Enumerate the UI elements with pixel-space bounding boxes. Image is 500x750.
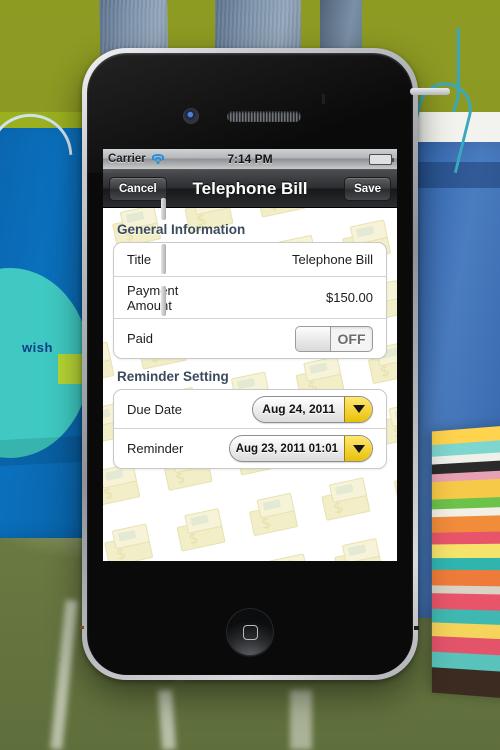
phone-body: Carrier 7:14 PM Cancel Telephone Bill Sa… [87, 53, 413, 675]
row-due-date: Due Date Aug 24, 2011 [114, 390, 386, 429]
navigation-bar: Cancel Telephone Bill Save [103, 170, 397, 208]
section-title-reminder-setting: Reminder Setting [117, 369, 229, 384]
screenshot-scene: wish Carrier 7:14 PM Cancel Telephone Bi… [0, 0, 500, 750]
section-card-general-information: Title Telephone Bill Payment Amount $150… [113, 242, 387, 359]
form-content: $ General Information [103, 208, 397, 561]
antenna-line [80, 626, 84, 629]
toggle-state-label: OFF [337, 330, 366, 347]
power-button[interactable] [410, 88, 450, 95]
row-paid: Paid OFF [114, 319, 386, 358]
bag-left-text: wish [22, 340, 53, 355]
row-label: Payment Amount [127, 282, 179, 313]
status-bar-right [273, 153, 395, 165]
ground-light-streak [290, 690, 312, 750]
reminder-value: Aug 23, 2011 01:01 [235, 442, 338, 455]
volume-down-button[interactable] [161, 286, 166, 316]
shopping-bag-striped [431, 424, 500, 700]
section-title-general-information: General Information [117, 222, 246, 237]
chevron-down-icon[interactable] [344, 436, 372, 461]
iphone-device: Carrier 7:14 PM Cancel Telephone Bill Sa… [82, 48, 450, 680]
antenna-line [322, 94, 325, 104]
carrier-label: Carrier [108, 153, 146, 165]
paid-toggle-switch[interactable]: OFF [295, 325, 373, 352]
status-bar-time: 7:14 PM [227, 152, 273, 166]
mute-switch[interactable] [161, 198, 166, 220]
row-label: Due Date [127, 401, 182, 417]
due-date-value: Aug 24, 2011 [262, 402, 335, 416]
antenna-line [414, 626, 419, 630]
bag-lime-block [58, 354, 84, 384]
home-button-square [242, 624, 258, 640]
row-label: Title [127, 252, 152, 267]
volume-up-button[interactable] [161, 244, 166, 274]
reminder-dropdown[interactable]: Aug 23, 2011 01:01 [228, 435, 373, 462]
row-reminder: Reminder Aug 23, 2011 01:01 [114, 429, 386, 468]
due-date-dropdown[interactable]: Aug 24, 2011 [252, 395, 373, 423]
camera-icon [184, 109, 198, 123]
row-value: Telephone Bill [292, 252, 373, 267]
section-card-reminder-setting: Due Date Aug 24, 2011 Reminder Aug 23, 2… [113, 389, 387, 469]
row-payment-amount[interactable]: Payment Amount $150.00 [114, 277, 386, 319]
row-label: Paid [127, 331, 154, 346]
chevron-down-icon[interactable] [344, 396, 372, 422]
row-label: Reminder [127, 441, 184, 456]
battery-full-icon [369, 153, 395, 165]
status-bar-left: Carrier [108, 153, 227, 165]
row-title[interactable]: Title Telephone Bill [114, 243, 386, 277]
save-button[interactable]: Save [344, 176, 391, 201]
home-button-icon[interactable] [226, 608, 274, 656]
phone-screen: Carrier 7:14 PM Cancel Telephone Bill Sa… [103, 149, 397, 561]
status-bar: Carrier 7:14 PM [103, 149, 397, 170]
cancel-button[interactable]: Cancel [109, 176, 167, 201]
wifi-icon [151, 153, 165, 165]
earpiece-speaker-icon [227, 111, 301, 122]
toggle-knob [296, 326, 331, 351]
row-value: $150.00 [326, 290, 373, 305]
